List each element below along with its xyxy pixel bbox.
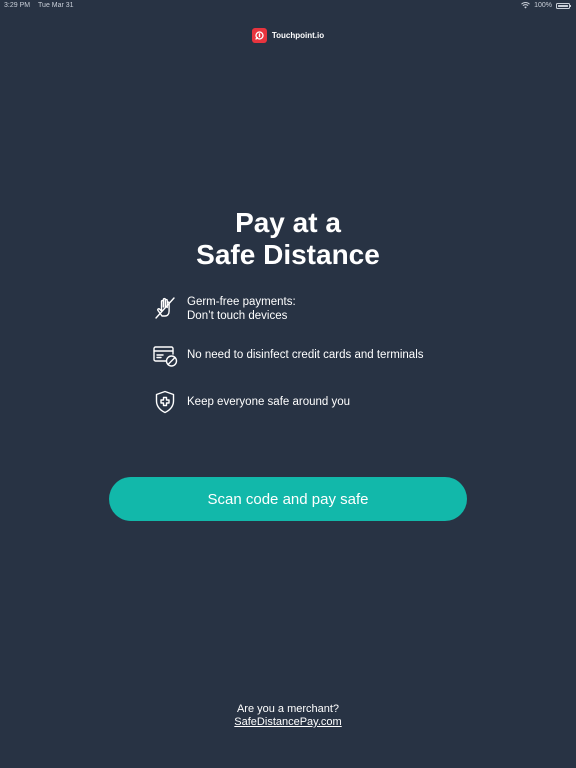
wifi-icon [521,2,530,9]
no-touch-hand-icon [152,295,178,321]
headline-line-2: Safe Distance [196,239,380,270]
brand-name: Touchpoint.io [271,31,325,40]
feature-germ-free: Germ-free payments: Don’t touch devices [152,294,296,322]
logo-glyph-icon [255,31,264,40]
feature-keep-safe-text: Keep everyone safe around you [187,396,351,408]
feature-germ-free-text: Germ-free payments: Don’t touch devices [187,295,296,323]
scan-and-pay-button[interactable]: Scan code and pay safe [109,477,467,521]
screen: 3:29 PM Tue Mar 31 100% Touchpoint.io Pa… [0,0,576,768]
battery-percentage: 100% [534,2,552,9]
battery-level [558,4,568,7]
status-bar: 3:29 PM Tue Mar 31 100% [0,0,576,12]
headline: Pay at a Safe Distance [0,207,576,271]
feature-no-disinfect-text: No need to disinfect credit cards and te… [187,349,424,361]
card-blocked-icon [152,342,178,368]
brand-header: Touchpoint.io [0,28,576,43]
status-right: 100% [521,2,571,9]
merchant-link[interactable]: SafeDistancePay.com [234,716,341,728]
feature-keep-safe: Keep everyone safe around you [152,389,350,415]
merchant-question: Are you a merchant? [236,703,340,715]
feature-germ-free-line-2: Don’t touch devices [187,310,288,322]
headline-line-1: Pay at a [235,207,341,238]
merchant-footer: Are you a merchant? SafeDistancePay.com [0,703,576,729]
feature-germ-free-line-1: Germ-free payments: [187,296,296,308]
battery-icon [556,2,571,9]
status-date: Tue Mar 31 [38,2,74,9]
status-left: 3:29 PM Tue Mar 31 [4,2,74,9]
touchpoint-logo-icon [251,28,267,43]
shield-cross-icon [152,389,178,415]
status-time: 3:29 PM [4,2,31,9]
feature-no-disinfect: No need to disinfect credit cards and te… [152,342,424,368]
